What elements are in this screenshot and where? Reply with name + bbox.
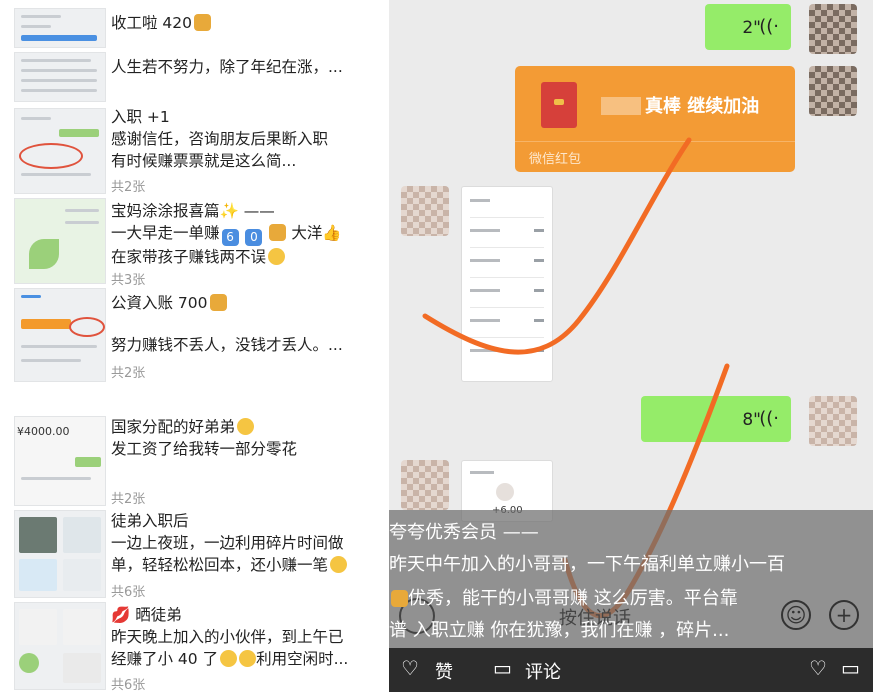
- post-text: 宝妈涂涂报喜篇✨ —— 一大早走一单赚 6 0 大洋👍 在家带孩子赚钱两不误: [111, 202, 342, 266]
- like-label[interactable]: 赞: [435, 658, 453, 684]
- post-thumbnail[interactable]: [14, 510, 106, 598]
- post-thumbnail[interactable]: [14, 52, 106, 102]
- post-thumbnail[interactable]: ¥4000.00: [14, 416, 106, 506]
- comment-label[interactable]: 评论: [525, 658, 561, 684]
- money-bag-icon: [391, 590, 408, 607]
- image-count: 共2张: [111, 492, 146, 507]
- image-count: 共6张: [111, 678, 146, 692]
- post-text: 徒弟入职后 一边上夜班，一边利用碎片时间做 单，轻轻松松回本，还小赚一笔: [111, 510, 375, 576]
- bottom-action-bar: ♡ 赞 ▭ 评论 ♡ ▭: [389, 648, 873, 692]
- post-text: 公資入账 700: [111, 292, 375, 314]
- image-count: 共2张: [111, 180, 146, 195]
- digit-zero-icon: 0: [245, 229, 263, 246]
- laughing-face-icon: [237, 418, 255, 435]
- money-bag-icon: [194, 14, 212, 31]
- image-count: 共2张: [111, 366, 146, 381]
- thumbs-up-icon: 👍: [322, 224, 342, 242]
- post-text: 努力赚钱不丢人，没钱才丢人。...: [111, 336, 343, 354]
- emoji-button[interactable]: ☺: [781, 600, 811, 630]
- grinning-face-icon: [220, 650, 238, 667]
- post-thumbnail[interactable]: [14, 8, 106, 48]
- heart-icon[interactable]: ♡: [809, 656, 827, 680]
- post-thumbnail[interactable]: [14, 108, 106, 194]
- sunglasses-face-icon: [268, 248, 286, 265]
- image-count: 共6张: [111, 585, 146, 600]
- post-thumbnail[interactable]: [14, 198, 106, 284]
- image-count: 共3张: [111, 273, 146, 288]
- comment-icon[interactable]: ▭: [493, 656, 512, 680]
- plus-button[interactable]: +: [829, 600, 859, 630]
- digit-six-icon: 6: [221, 229, 239, 246]
- post-text: 💋 晒徒弟 昨天晚上加入的小伙伴，到上午已 经赚了小 40 了利用空闲时...: [111, 606, 349, 668]
- post-text: 入职 +1 感谢信任，咨询朋友后果断入职 有时候赚票票就是这么简...: [111, 108, 329, 170]
- money-bag-icon: [269, 224, 287, 241]
- post-text: 收工啦 420: [111, 12, 375, 34]
- winking-face-icon: [330, 556, 348, 573]
- lips-icon: 💋: [111, 606, 131, 624]
- comment-icon[interactable]: ▭: [841, 656, 860, 680]
- post-thumbnail[interactable]: [14, 602, 106, 690]
- grinning-face-icon: [239, 650, 257, 667]
- post-text: 人生若不努力，除了年纪在涨，...: [111, 58, 343, 76]
- sparkle-icon: ✨: [219, 202, 239, 220]
- heart-icon[interactable]: ♡: [401, 656, 419, 680]
- post-text: 国家分配的好弟弟 发工资了给我转一部分零花: [111, 418, 298, 458]
- caption-overlay: 按住说话 ☺ + 夸夸优秀会员 —— 昨天中午加入的小哥哥，一下午福利单立赚小一…: [389, 510, 873, 648]
- chat-screenshot: 2" ((· 真棒 继续加油 微信红包 8" ((· +6.00: [389, 0, 873, 692]
- money-bag-icon: [209, 294, 227, 311]
- moments-feed: 收工啦 420 人生若不努力，除了年纪在涨，... 入职 +1 感谢信任，咨询朋…: [0, 0, 389, 692]
- post-thumbnail[interactable]: [14, 288, 106, 382]
